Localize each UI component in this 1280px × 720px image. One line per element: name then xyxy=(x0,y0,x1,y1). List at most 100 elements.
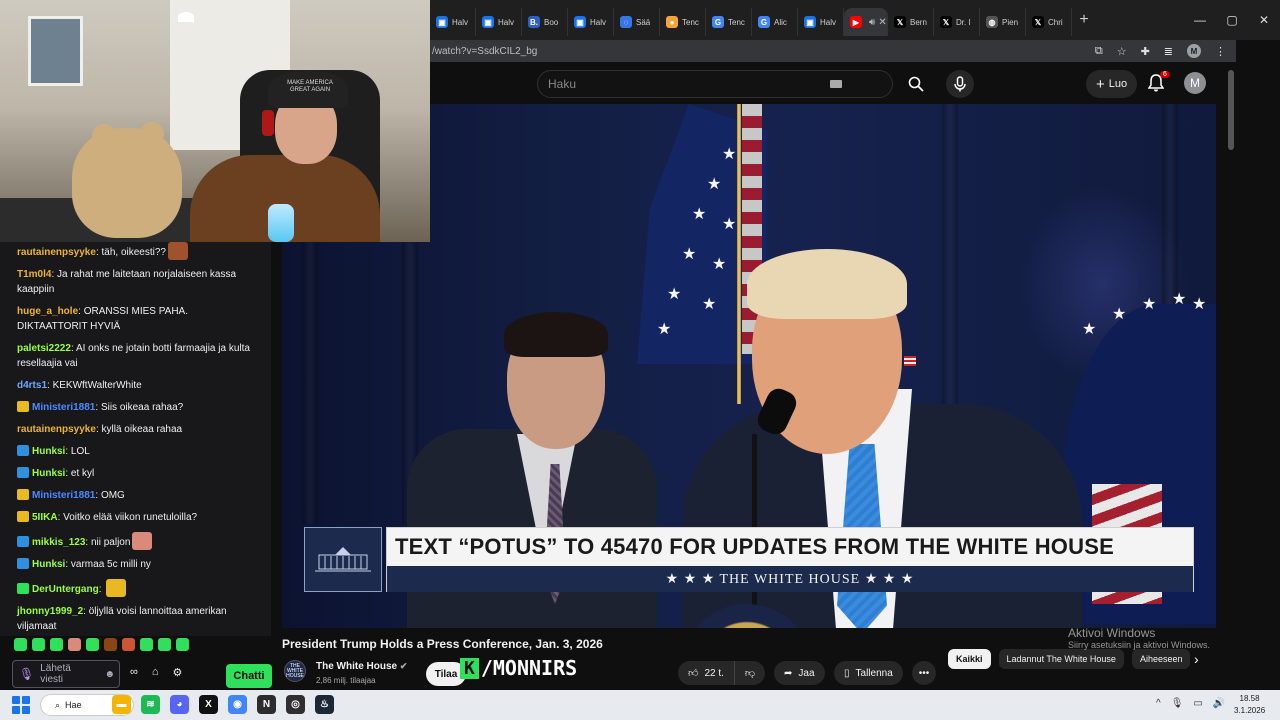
browser-tab[interactable]: ▣ Halv xyxy=(798,8,844,36)
chat-username[interactable]: Hunksi xyxy=(32,446,65,457)
bookmark-star-icon[interactable]: ☆ xyxy=(1117,45,1127,58)
obs-icon[interactable]: ◎ xyxy=(286,695,305,714)
bits-icon[interactable]: ∞ xyxy=(130,666,138,679)
chrome-icon[interactable]: ◉ xyxy=(228,695,247,714)
settings-gear-icon[interactable]: ⚙ xyxy=(173,666,183,679)
tray-icon[interactable]: 🔊 xyxy=(1213,698,1225,709)
emote-icon[interactable] xyxy=(14,638,27,651)
user-badge-icon[interactable] xyxy=(17,558,29,569)
minimize-icon[interactable]: — xyxy=(1184,13,1216,27)
chat-username[interactable]: paletsi2222 xyxy=(17,343,71,354)
microphone-icon[interactable]: 🎙 xyxy=(19,667,34,681)
x-icon[interactable]: X xyxy=(199,695,218,714)
discord-icon[interactable]: ◕ xyxy=(170,695,189,714)
emote-icon[interactable] xyxy=(104,638,117,651)
tray-icon[interactable]: ^ xyxy=(1156,698,1161,709)
user-badge-icon[interactable] xyxy=(17,401,29,412)
notifications-button[interactable]: 6 xyxy=(1147,71,1170,94)
chat-username[interactable]: jhonny1999_2 xyxy=(17,606,83,617)
user-badge-icon[interactable] xyxy=(17,536,29,547)
store-icon[interactable]: ⌂ xyxy=(152,666,159,679)
search-input[interactable]: Haku xyxy=(537,70,893,98)
chat-username[interactable]: Ministeri1881 xyxy=(32,490,95,501)
browser-tab[interactable]: ▣ Halv xyxy=(476,8,522,36)
chat-input[interactable]: 🎙 Lähetä viesti ☻ xyxy=(12,660,120,688)
steam-icon[interactable]: ♨ xyxy=(315,695,334,714)
keyboard-icon[interactable] xyxy=(830,80,842,88)
save-button[interactable]: ▯ Tallenna xyxy=(834,661,903,685)
close-icon[interactable]: ✕ xyxy=(1248,13,1280,27)
twitch-chat[interactable]: rautainenpsyyke: täh, oikeesti?? T1m0l4: … xyxy=(0,242,271,636)
close-tab-icon[interactable]: ✕ xyxy=(878,17,886,28)
chat-username[interactable]: huge_a_hole xyxy=(17,306,78,317)
chat-username[interactable]: 5IIKA xyxy=(32,512,58,523)
emote-icon[interactable] xyxy=(86,638,99,651)
chat-emote-icon[interactable] xyxy=(132,532,153,550)
cast-icon[interactable]: ⧉ xyxy=(1095,45,1103,58)
tray-icon[interactable]: ▭ xyxy=(1193,698,1202,709)
windows-start-icon[interactable] xyxy=(12,696,30,714)
spotify-icon[interactable]: ≋ xyxy=(141,695,160,714)
app-n-icon[interactable]: N xyxy=(257,695,276,714)
browser-tab[interactable]: ▶(🔊︎✕ xyxy=(844,8,888,36)
profile-avatar[interactable]: M xyxy=(1187,44,1201,58)
chat-send-button[interactable]: Chatti xyxy=(226,664,272,688)
chat-username[interactable]: rautainenpsyyke xyxy=(17,424,96,435)
chat-username[interactable]: rautainenpsyyke xyxy=(17,247,96,258)
emote-icon[interactable] xyxy=(122,638,135,651)
share-button[interactable]: ➦ Jaa xyxy=(774,661,825,685)
user-badge-icon[interactable] xyxy=(17,583,29,594)
user-badge-icon[interactable] xyxy=(17,467,29,478)
emoji-icon[interactable]: ☻ xyxy=(104,669,115,680)
chat-username[interactable]: d4rts1 xyxy=(17,380,47,391)
emote-icon[interactable] xyxy=(32,638,45,651)
chat-username[interactable]: mikkis_123 xyxy=(32,537,85,548)
browser-tab[interactable]: ● Tenc xyxy=(660,8,706,36)
filter-chip[interactable]: Ladannut The White House xyxy=(998,649,1124,669)
browser-tab[interactable]: ▣ Halv xyxy=(430,8,476,36)
browser-tab[interactable]: G Tenc xyxy=(706,8,752,36)
maximize-icon[interactable]: ▢ xyxy=(1216,13,1248,27)
page-scrollbar[interactable] xyxy=(1228,70,1234,150)
emote-icon[interactable] xyxy=(158,638,171,651)
filter-chip[interactable]: Aiheeseen xyxy=(1131,649,1191,669)
browser-tab[interactable]: ▣ Halv xyxy=(568,8,614,36)
browser-tab[interactable]: ◌ Sää xyxy=(614,8,660,36)
url-text[interactable]: /watch?v=SsdkCIL2_bg xyxy=(430,46,537,57)
like-button[interactable]: 👍︎ 22 t. xyxy=(678,661,735,685)
browser-tab[interactable]: 𝕏 Dr. I xyxy=(934,8,980,36)
menu-kebab-icon[interactable]: ⋮ xyxy=(1215,45,1226,58)
chat-emote-icon[interactable] xyxy=(106,579,127,597)
browser-tab[interactable]: B. Boo xyxy=(522,8,568,36)
chat-username[interactable]: Ministeri1881 xyxy=(32,402,95,413)
browser-tab[interactable]: 𝕏 Bern xyxy=(888,8,934,36)
browser-tab[interactable]: 𝕏 Chri xyxy=(1026,8,1072,36)
address-bar[interactable]: /watch?v=SsdkCIL2_bg ⧉ ☆ ✚ ≣ M ⋮ xyxy=(430,40,1236,62)
filter-chip[interactable]: Kaikki xyxy=(948,649,991,669)
browser-tab[interactable]: ◍ Pien xyxy=(980,8,1026,36)
tray-icon[interactable]: 🎙 xyxy=(1171,698,1184,709)
chat-username[interactable]: DerUntergang xyxy=(32,584,99,595)
chat-username[interactable]: T1m0l4 xyxy=(17,269,51,280)
account-avatar[interactable]: M xyxy=(1184,72,1206,94)
emote-icon[interactable] xyxy=(50,638,63,651)
create-button[interactable]: + Luo xyxy=(1086,70,1138,98)
chat-username[interactable]: Hunksi xyxy=(32,468,65,479)
channel-name-text[interactable]: The White House xyxy=(316,661,397,672)
dislike-button[interactable]: 👎︎ xyxy=(734,661,766,685)
new-tab-button[interactable]: + xyxy=(1072,11,1096,29)
channel-name[interactable]: The White House ✔ xyxy=(316,661,407,672)
user-badge-icon[interactable] xyxy=(17,511,29,522)
more-actions-button[interactable]: ••• xyxy=(912,661,936,685)
chat-username[interactable]: Hunksi xyxy=(32,559,65,570)
clock[interactable]: 18.58 3.1.2026 xyxy=(1234,693,1265,717)
emote-icon[interactable] xyxy=(176,638,189,651)
voice-search-button[interactable] xyxy=(946,70,974,98)
reading-list-icon[interactable]: ≣ xyxy=(1164,45,1173,58)
user-badge-icon[interactable] xyxy=(17,445,29,456)
emote-icon[interactable] xyxy=(140,638,153,651)
emote-icon[interactable] xyxy=(68,638,81,651)
audio-playing-icon[interactable]: 🔊︎ xyxy=(869,17,875,28)
chat-emote-icon[interactable] xyxy=(168,242,188,260)
browser-tab[interactable]: G Alic xyxy=(752,8,798,36)
